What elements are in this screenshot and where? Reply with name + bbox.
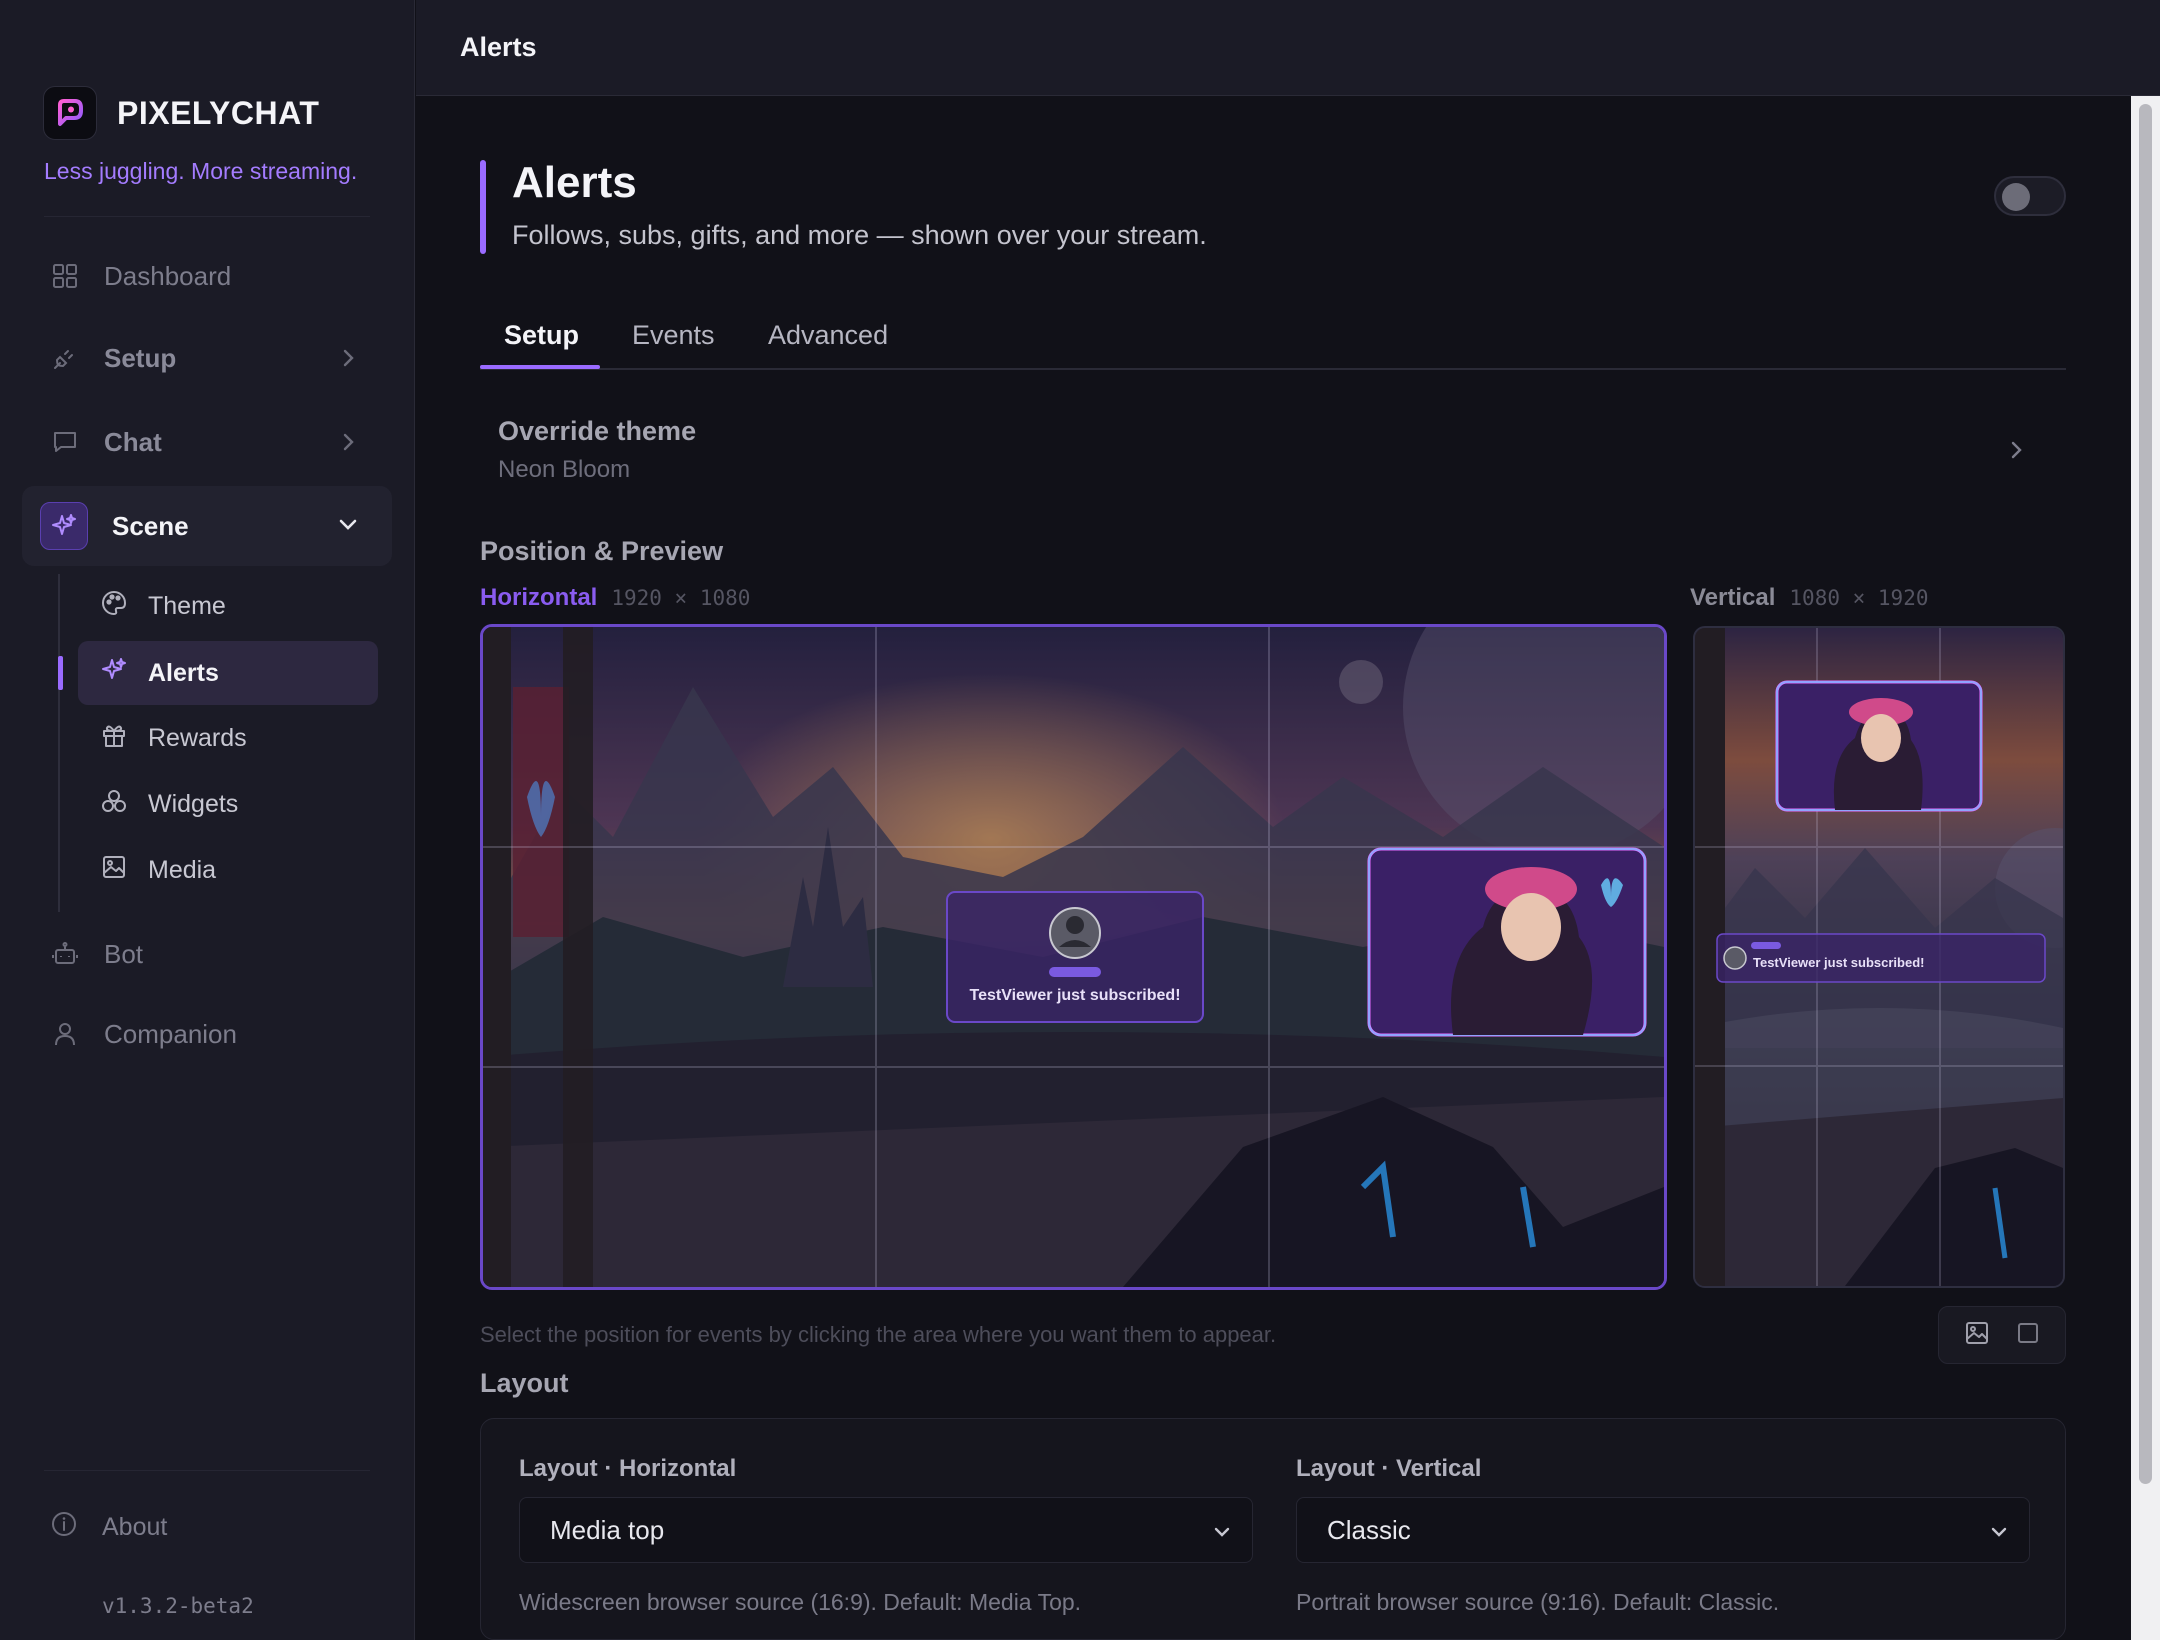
page-subtitle: Follows, subs, gifts, and more — shown o… (512, 220, 1207, 250)
sidebar-divider (44, 1470, 370, 1471)
horizontal-dims: 1920 × 1080 (611, 586, 751, 610)
sidebar-subitem-label: Theme (148, 591, 226, 620)
user-icon (50, 1019, 80, 1049)
scrollbar-thumb[interactable] (2139, 104, 2152, 1484)
chevron-right-icon (334, 344, 362, 379)
horizontal-label: Horizontal (480, 584, 598, 611)
tab-events[interactable]: Events (632, 320, 715, 351)
vertical-preview-label: Vertical 1080 × 1920 (1690, 584, 1928, 612)
layout-vertical-select[interactable]: Classic (1296, 1497, 2030, 1563)
topbar-title: Alerts (460, 32, 537, 62)
position-hint: Select the position for events by clicki… (480, 1322, 1277, 1347)
alert-text-vertical: TestViewer just subscribed! (1753, 955, 1924, 970)
position-preview-title: Position & Preview (480, 536, 724, 566)
blank-preview-button[interactable] (2014, 1319, 2042, 1352)
override-theme-row[interactable]: Override theme Neon Bloom (480, 400, 2066, 500)
sidebar-subitem-label: Widgets (148, 789, 239, 818)
pixelychat-logo-icon (43, 86, 97, 140)
gift-icon (100, 721, 128, 756)
override-theme-value: Neon Bloom (498, 456, 631, 483)
preview-view-toggle (1938, 1306, 2066, 1364)
sidebar-item-label: Setup (104, 342, 177, 373)
horizontal-preview[interactable]: TestViewer just subscribed! (480, 624, 1667, 1290)
layout-horizontal-select[interactable]: Media top (519, 1497, 1253, 1563)
sidebar-item-bot[interactable]: Bot (22, 916, 392, 992)
grid-icon (50, 261, 80, 291)
sidebar: PIXELYCHAT Less juggling. More streaming… (0, 0, 415, 1640)
sidebar-item-about[interactable]: About (50, 1510, 167, 1545)
chevron-right-icon (2002, 436, 2030, 469)
alerts-enabled-toggle[interactable] (1994, 176, 2066, 216)
tab-advanced[interactable]: Advanced (768, 320, 888, 351)
chevron-down-icon (1210, 1520, 1234, 1551)
layout-title: Layout (480, 1368, 569, 1398)
brand-tagline: Less juggling. More streaming. (44, 158, 358, 184)
sidebar-item-label: Chat (104, 426, 162, 457)
layout-vertical-label: Layout · Vertical (1296, 1455, 1482, 1482)
alert-text: TestViewer just subscribed! (969, 987, 1180, 1004)
sidebar-item-scene[interactable]: Scene (22, 486, 392, 566)
vertical-label: Vertical (1690, 584, 1776, 611)
layout-vertical-help: Portrait browser source (9:16). Default:… (1296, 1589, 1780, 1615)
sidebar-subitem-label: Alerts (148, 658, 219, 687)
sidebar-subitem-theme[interactable]: Theme (78, 574, 378, 638)
sidebar-subitem-rewards[interactable]: Rewards (78, 706, 378, 770)
chat-bubble-icon (50, 427, 80, 457)
topbar: Alerts (416, 0, 2160, 96)
tab-setup[interactable]: Setup (504, 320, 579, 351)
brand-name: PIXELYCHAT (117, 94, 320, 131)
layout-vertical-value: Classic (1327, 1514, 1411, 1545)
submenu-line (58, 574, 60, 912)
robot-icon (50, 939, 80, 969)
tab-bar: Setup Events Advanced (480, 310, 2066, 370)
sidebar-item-label: Bot (104, 938, 144, 969)
info-icon (50, 1510, 78, 1545)
sidebar-item-setup[interactable]: Setup (22, 320, 392, 396)
chevron-down-icon (1987, 1520, 2011, 1551)
image-icon (100, 853, 128, 888)
image-preview-button[interactable] (1963, 1319, 1991, 1352)
sidebar-item-label: Dashboard (104, 260, 232, 291)
layout-card: Layout · Horizontal Media top Widescreen… (480, 1418, 2066, 1640)
sidebar-item-companion[interactable]: Companion (22, 996, 392, 1072)
sidebar-item-dashboard[interactable]: Dashboard (22, 238, 392, 314)
page-title: Alerts (512, 158, 637, 207)
plug-icon (50, 343, 80, 373)
toggle-knob (2002, 183, 2030, 211)
scrollbar[interactable] (2131, 96, 2160, 1640)
sidebar-subitem-label: Media (148, 855, 217, 884)
sidebar-subitem-label: Rewards (148, 723, 247, 752)
active-indicator (58, 656, 63, 690)
layout-horizontal-help: Widescreen browser source (16:9). Defaul… (519, 1589, 1082, 1615)
chevron-down-icon (334, 510, 362, 545)
widgets-icon (100, 787, 128, 822)
sidebar-item-label: About (102, 1513, 168, 1541)
override-theme-title: Override theme (498, 416, 697, 446)
sidebar-divider (44, 216, 370, 217)
tab-active-underline (480, 365, 600, 369)
brand[interactable]: PIXELYCHAT (43, 86, 319, 140)
sidebar-subitem-alerts[interactable]: Alerts (78, 641, 378, 705)
horizontal-preview-label: Horizontal 1920 × 1080 (480, 584, 750, 612)
sidebar-item-chat[interactable]: Chat (22, 404, 392, 480)
sidebar-subitem-widgets[interactable]: Widgets (78, 772, 378, 836)
vertical-dims: 1080 × 1920 (1789, 586, 1929, 610)
vertical-preview[interactable]: TestViewer just subscribed! (1693, 626, 2065, 1288)
sidebar-subitem-media[interactable]: Media (78, 838, 378, 902)
sidebar-item-label: Companion (104, 1018, 237, 1049)
app-window: PIXELYCHAT Less juggling. More streaming… (0, 0, 2160, 1640)
sparkles-icon (40, 502, 88, 550)
chevron-right-icon (334, 428, 362, 463)
header-accent (480, 160, 486, 254)
app-version: v1.3.2-beta2 (102, 1594, 254, 1618)
sparkles-icon (100, 656, 128, 691)
palette-icon (100, 589, 128, 624)
layout-horizontal-label: Layout · Horizontal (519, 1455, 737, 1482)
sidebar-item-label: Scene (112, 510, 189, 541)
layout-horizontal-value: Media top (550, 1514, 665, 1545)
